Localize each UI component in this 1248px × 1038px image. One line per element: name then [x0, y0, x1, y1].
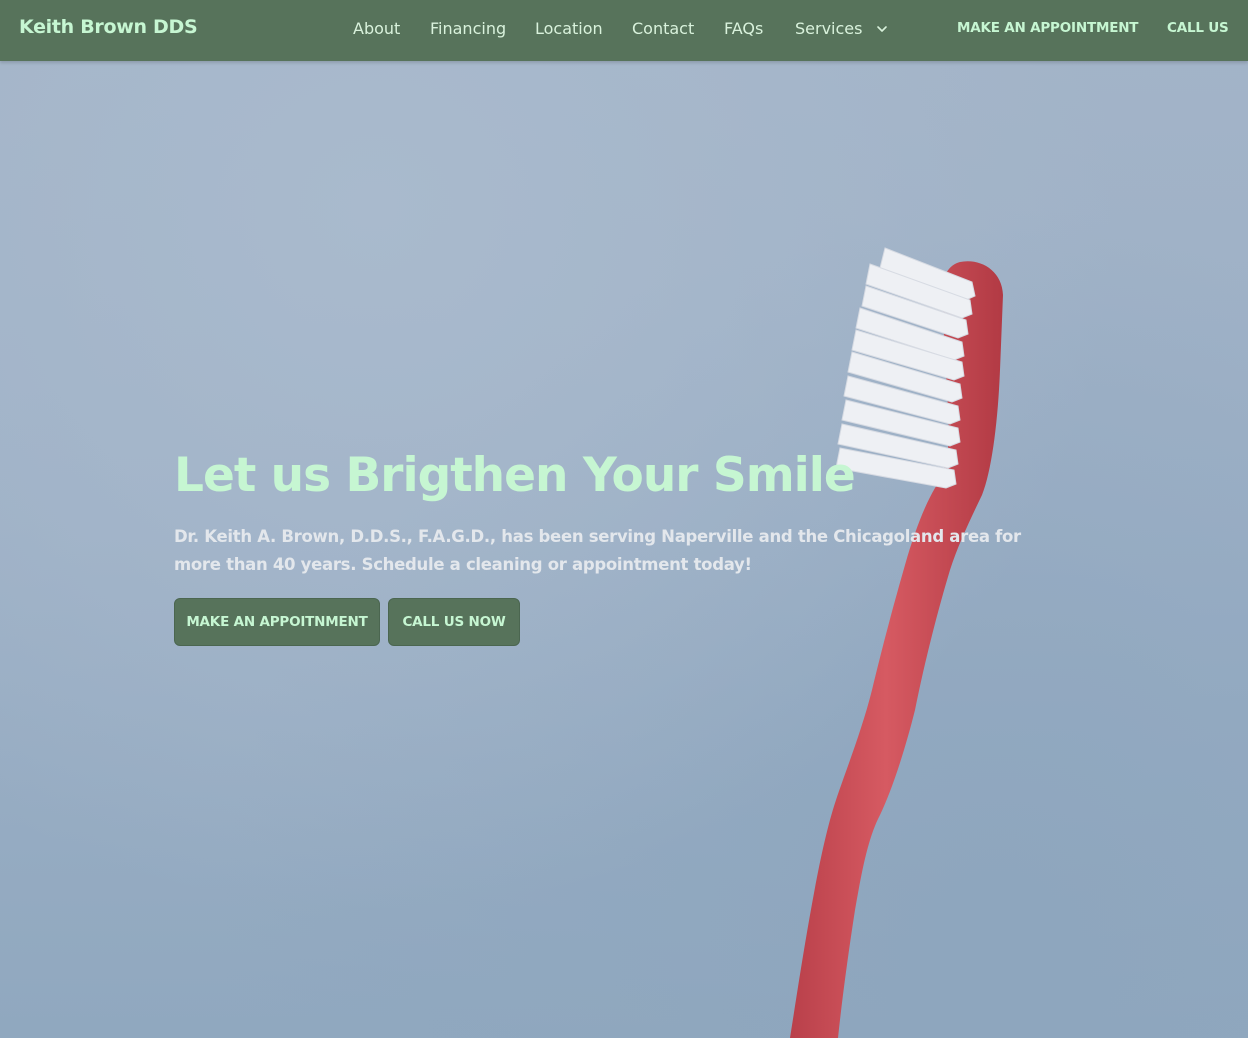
call-us-now-button[interactable]: CALL US NOW: [388, 598, 520, 646]
nav-link-contact[interactable]: Contact: [632, 19, 694, 38]
hero-section: [0, 0, 1248, 1038]
nav-link-financing[interactable]: Financing: [430, 19, 506, 38]
chevron-down-icon[interactable]: [875, 22, 889, 36]
make-appointment-button[interactable]: MAKE AN APPOITNMENT: [174, 598, 380, 646]
nav-make-appointment-link[interactable]: MAKE AN APPOINTMENT: [957, 20, 1139, 36]
hero-headline: Let us Brigthen Your Smile: [174, 448, 856, 503]
nav-link-faqs[interactable]: FAQs: [724, 19, 763, 38]
brand-logo-link[interactable]: Keith Brown DDS: [19, 16, 198, 38]
nav-link-services[interactable]: Services: [795, 19, 862, 38]
nav-link-about[interactable]: About: [353, 19, 400, 38]
nav-link-location[interactable]: Location: [535, 19, 603, 38]
top-navbar: Keith Brown DDS About Financing Location…: [0, 0, 1248, 61]
toothbrush-image: [790, 247, 1003, 1038]
hero-subtext: Dr. Keith A. Brown, D.D.S., F.A.G.D., ha…: [174, 527, 1021, 574]
nav-call-us-link[interactable]: CALL US: [1167, 20, 1229, 36]
